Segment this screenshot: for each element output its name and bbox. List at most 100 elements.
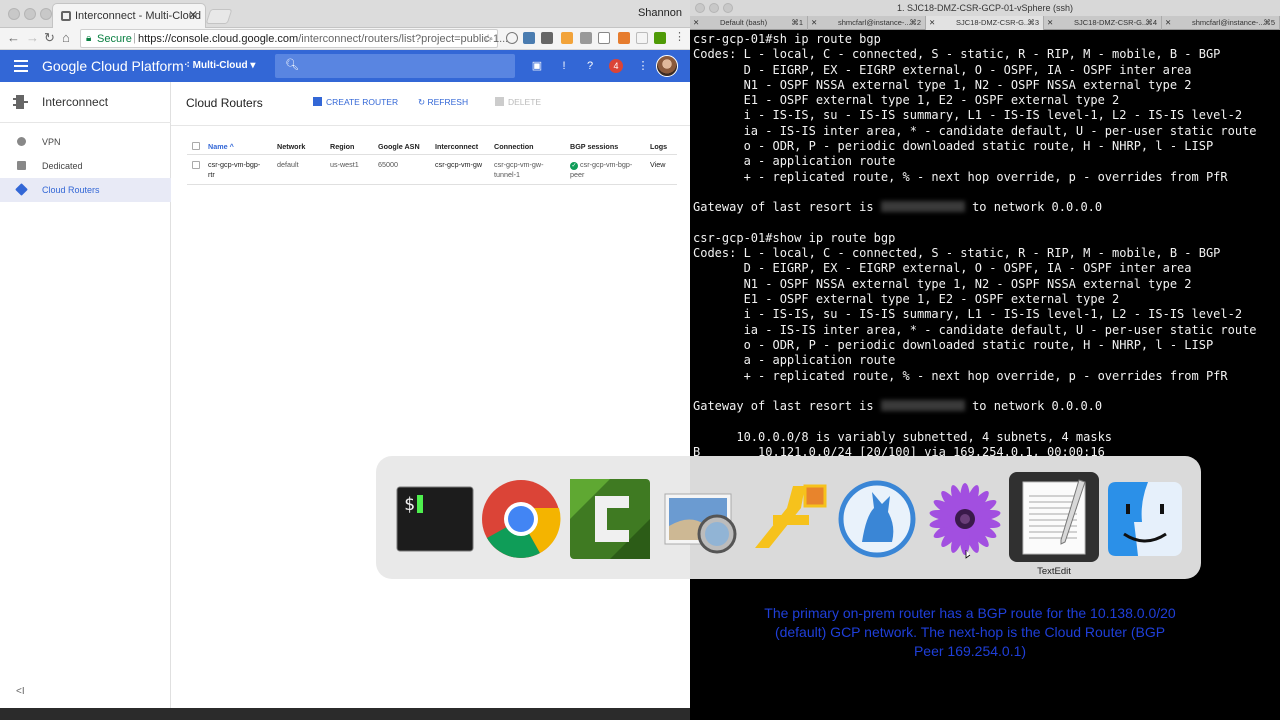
gateway-suffix: to network 0.0.0.0 — [964, 200, 1103, 215]
python-extension-icon[interactable] — [523, 32, 535, 44]
close-tab-icon[interactable]: ✕ — [811, 16, 817, 30]
minimize-window-button[interactable] — [709, 3, 719, 13]
column-header-name[interactable]: Name ^ — [208, 142, 234, 151]
home-icon[interactable]: ⌂ — [62, 30, 70, 45]
zoom-window-button[interactable] — [40, 8, 52, 20]
bookmark-star-icon[interactable]: ☆ — [483, 32, 493, 45]
camtasia-icon[interactable] — [569, 478, 651, 560]
interconnect-icon — [13, 95, 28, 109]
android-extension-icon[interactable] — [654, 32, 666, 44]
dedicated-icon — [17, 161, 26, 170]
search-icon: 🔍︎ — [285, 59, 299, 71]
screenshot-extension-icon[interactable] — [598, 32, 610, 44]
forward-icon[interactable]: → — [26, 30, 39, 45]
extension-info-icon[interactable] — [506, 32, 518, 44]
translate-extension-icon[interactable] — [580, 32, 592, 44]
view-logs-link[interactable]: View — [650, 160, 665, 170]
sidebar-item-vpn[interactable]: VPN — [0, 130, 171, 154]
terminal-line: 10.0.0.0/8 is variably subnetted, 4 subn… — [693, 429, 1113, 444]
column-header-region[interactable]: Region — [330, 142, 354, 151]
terminal-line: csr-gcp-01#show ip route bgp — [693, 230, 896, 245]
terminal-tab-3[interactable]: ✕ SJC18-DMZ-CSR-G... ⌘3 — [926, 16, 1044, 30]
reload-icon[interactable]: ↻ — [44, 30, 55, 46]
terminal-line: a - application route — [693, 353, 896, 368]
extension-icon[interactable] — [636, 32, 648, 44]
more-options-icon[interactable]: ⋮ — [636, 59, 650, 73]
sidebar-item-label: Dedicated — [42, 161, 83, 171]
refresh-button[interactable]: ↻ REFRESH — [418, 97, 468, 108]
keynote-icon[interactable] — [747, 478, 829, 560]
back-icon[interactable]: ← — [7, 30, 20, 45]
row-checkbox[interactable] — [192, 161, 200, 169]
select-all-checkbox[interactable] — [192, 142, 200, 150]
url-host: https://console.cloud.google.com — [138, 33, 299, 45]
column-header-connection[interactable]: Connection — [494, 142, 534, 151]
terminal-icon[interactable]: $ — [394, 478, 476, 560]
close-tab-icon[interactable]: ✕ — [1047, 16, 1053, 30]
gcp-header: Google Cloud Platform ⁖ Multi-Cloud ▾ 🔍︎… — [0, 50, 690, 82]
preview-icon[interactable] — [659, 478, 741, 560]
terminal-window: 1. SJC18-DMZ-CSR-GCP-01-vSphere (ssh) ✕ D… — [690, 0, 1280, 720]
add-icon — [313, 97, 322, 106]
textedit-app-selected[interactable] — [1009, 472, 1099, 562]
project-selector[interactable]: ⁖ Multi-Cloud ▾ — [184, 60, 255, 71]
terminal-tab-2[interactable]: ✕ shmcfarl@instance-... ⌘2 — [808, 16, 926, 30]
browser-tabbar: Interconnect - Multi-Cloud ✕ Shannon — [0, 0, 690, 28]
color-extension-icon[interactable] — [618, 32, 630, 44]
zoom-window-button[interactable] — [723, 3, 733, 13]
terminal-tab-4[interactable]: ✕ SJC18-DMZ-CSR-G... ⌘4 — [1044, 16, 1162, 30]
status-ok-icon: ✓ — [570, 162, 578, 170]
pocket-extension-icon[interactable] — [541, 32, 553, 44]
profile-name[interactable]: Shannon — [638, 7, 682, 19]
terminal-tab-5[interactable]: ✕ shmcfarl@instance-... ⌘5 — [1162, 16, 1280, 30]
terminal-output[interactable]: csr-gcp-01#sh ip route bgp Codes: L - loc… — [693, 32, 1278, 460]
avatar[interactable] — [656, 55, 678, 77]
search-input[interactable]: 🔍︎ — [275, 54, 515, 78]
column-header-logs[interactable]: Logs — [650, 142, 667, 151]
sidebar-item-dedicated[interactable]: Dedicated — [0, 154, 171, 178]
sequel-icon[interactable] — [836, 478, 918, 560]
column-header-asn[interactable]: Google ASN — [378, 142, 420, 151]
toolbar-divider — [171, 125, 690, 126]
hamburger-menu-icon[interactable] — [14, 60, 28, 72]
router-asn: 65000 — [378, 160, 398, 169]
terminal-line: D - EIGRP, EX - EIGRP external, O - OSPF… — [693, 62, 1192, 77]
collapse-sidebar-icon[interactable]: <I — [16, 686, 25, 697]
terminal-tab-1[interactable]: ✕ Default (bash) ⌘1 — [690, 16, 808, 30]
column-header-bgp-sessions[interactable]: BGP sessions — [570, 142, 618, 151]
gcp-title[interactable]: Google Cloud Platform — [42, 58, 184, 74]
rss-extension-icon[interactable] — [561, 32, 573, 44]
new-tab-button[interactable] — [205, 9, 233, 24]
cloud-shell-icon[interactable]: ▣ — [530, 59, 544, 73]
help-icon[interactable]: ? — [583, 59, 597, 73]
sidebar-item-cloud-routers[interactable]: Cloud Routers — [0, 178, 171, 202]
browser-menu-icon[interactable]: ⋮ — [674, 30, 685, 43]
router-name-link[interactable]: csr-gcp-vm-bgp-rtr — [208, 160, 264, 180]
purple-flower-icon[interactable] — [924, 478, 1006, 560]
close-tab-icon[interactable]: ✕ — [929, 16, 935, 30]
terminal-line: i - IS-IS, su - IS-IS summary, L1 - IS-I… — [693, 108, 1243, 123]
chrome-icon[interactable] — [480, 478, 562, 560]
feedback-icon[interactable]: ! — [557, 59, 571, 73]
chevron-down-icon: ▾ — [247, 60, 256, 71]
close-tab-icon[interactable]: ✕ — [693, 16, 699, 30]
delete-button[interactable]: DELETE — [495, 97, 541, 107]
column-header-network[interactable]: Network — [277, 142, 305, 151]
interconnect-link[interactable]: csr-gcp-vm-gw — [435, 160, 483, 170]
create-router-button[interactable]: CREATE ROUTER — [313, 97, 398, 107]
terminal-line: N1 - OSPF NSSA external type 1, N2 - OSP… — [693, 276, 1192, 291]
browser-tab[interactable]: Interconnect - Multi-Cloud ✕ — [52, 3, 206, 28]
notifications-badge[interactable]: 4 — [609, 59, 623, 73]
svg-text:$: $ — [404, 494, 415, 515]
close-window-button[interactable] — [695, 3, 705, 13]
close-tab-icon[interactable]: ✕ — [1165, 16, 1171, 30]
column-header-interconnect[interactable]: Interconnect — [435, 142, 478, 151]
close-window-button[interactable] — [8, 8, 20, 20]
caption-annotation: The primary on-prem router has a BGP rou… — [764, 605, 1176, 659]
url-input[interactable]: 🔒︎ Secure | https://console.cloud.google… — [80, 29, 508, 48]
finder-icon[interactable] — [1104, 478, 1186, 560]
terminal-line: Gateway of last resort is to network 0.0… — [693, 399, 1103, 414]
minimize-window-button[interactable] — [24, 8, 36, 20]
close-tab-icon[interactable]: ✕ — [188, 8, 198, 22]
